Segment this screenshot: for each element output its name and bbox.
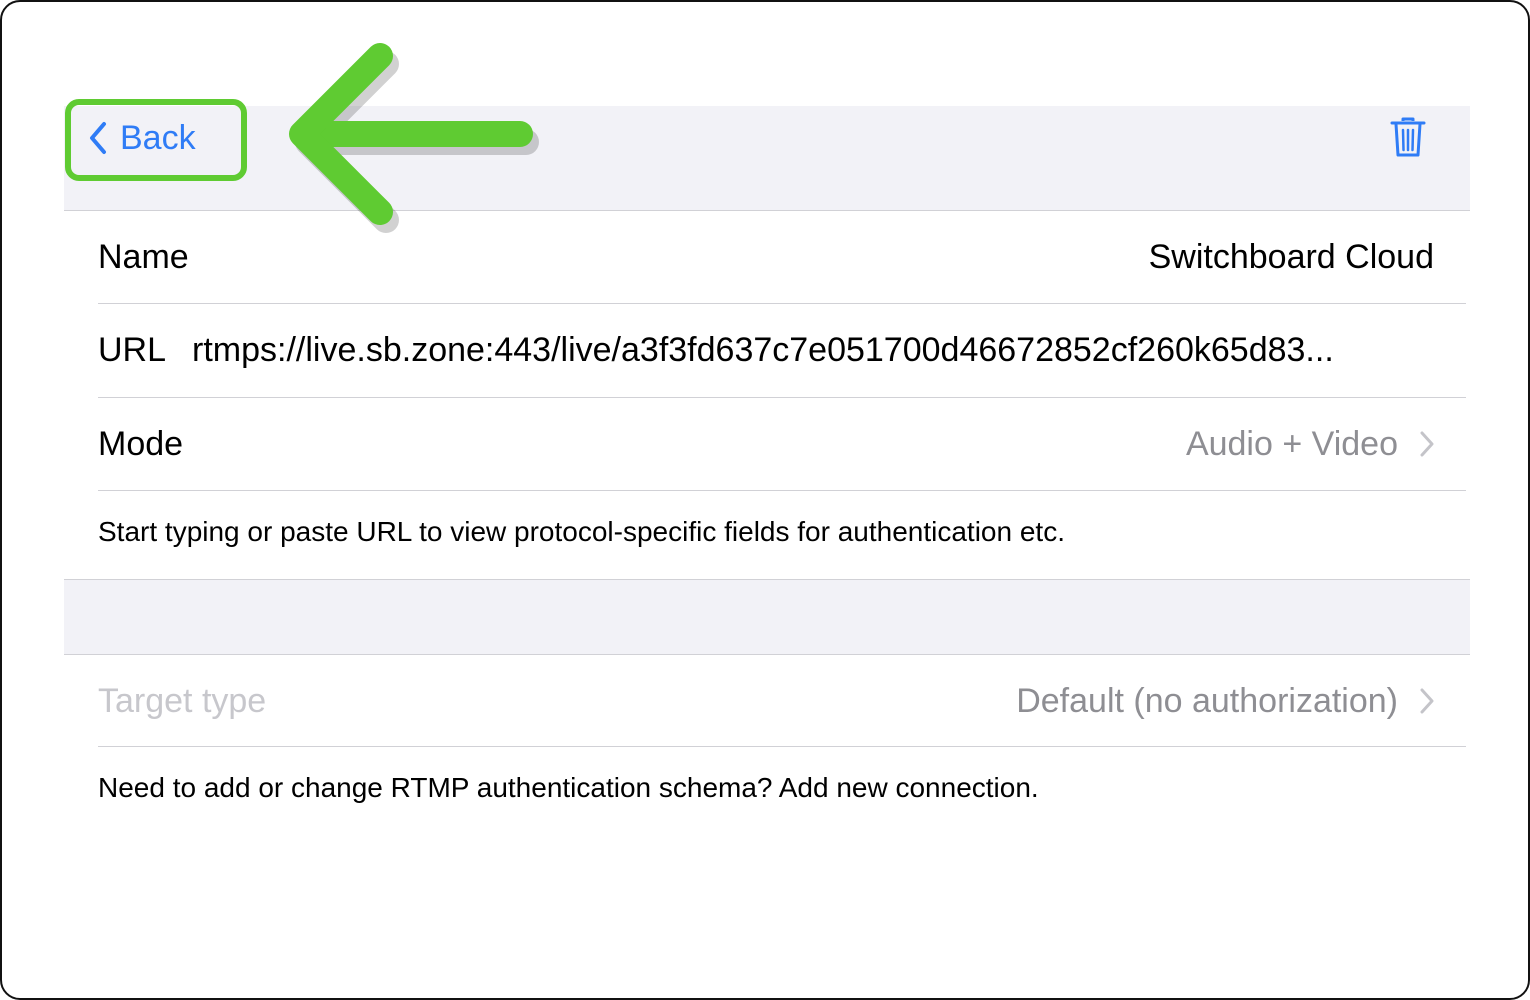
divider xyxy=(98,490,1466,491)
target-type-value: Default (no authorization) xyxy=(1016,681,1398,720)
delete-button[interactable] xyxy=(1390,116,1426,158)
trash-icon xyxy=(1390,117,1426,157)
name-label: Name xyxy=(98,238,189,276)
url-value[interactable]: rtmps://live.sb.zone:443/live/a3f3fd637c… xyxy=(192,331,1434,370)
chevron-right-icon xyxy=(1420,431,1434,457)
target-type-label: Target type xyxy=(98,681,267,720)
name-value[interactable]: Switchboard Cloud xyxy=(1149,238,1434,277)
url-hint-text: Start typing or paste URL to view protoc… xyxy=(98,516,1065,547)
back-button[interactable]: Back xyxy=(88,118,196,158)
url-label: URL xyxy=(98,331,167,369)
mode-value: Audio + Video xyxy=(1185,424,1398,463)
name-row[interactable]: Name Switchboard Cloud xyxy=(98,212,1470,303)
chevron-left-icon xyxy=(90,122,106,154)
target-type-row[interactable]: Target type Default (no authorization) xyxy=(98,656,1470,746)
url-row[interactable]: URL rtmps://live.sb.zone:443/live/a3f3fd… xyxy=(98,304,1470,397)
mode-label: Mode xyxy=(98,424,184,463)
section-separator xyxy=(64,579,1470,655)
navigation-bar: Back xyxy=(64,106,1470,211)
back-button-label: Back xyxy=(120,118,196,157)
mode-row[interactable]: Mode Audio + Video xyxy=(98,398,1470,490)
chevron-right-icon xyxy=(1420,688,1434,714)
footer-hint-text: Need to add or change RTMP authenticatio… xyxy=(98,772,1039,803)
divider xyxy=(98,746,1466,747)
app-window: Back Name Switchboard Cloud URL rtmps://… xyxy=(0,0,1530,1000)
